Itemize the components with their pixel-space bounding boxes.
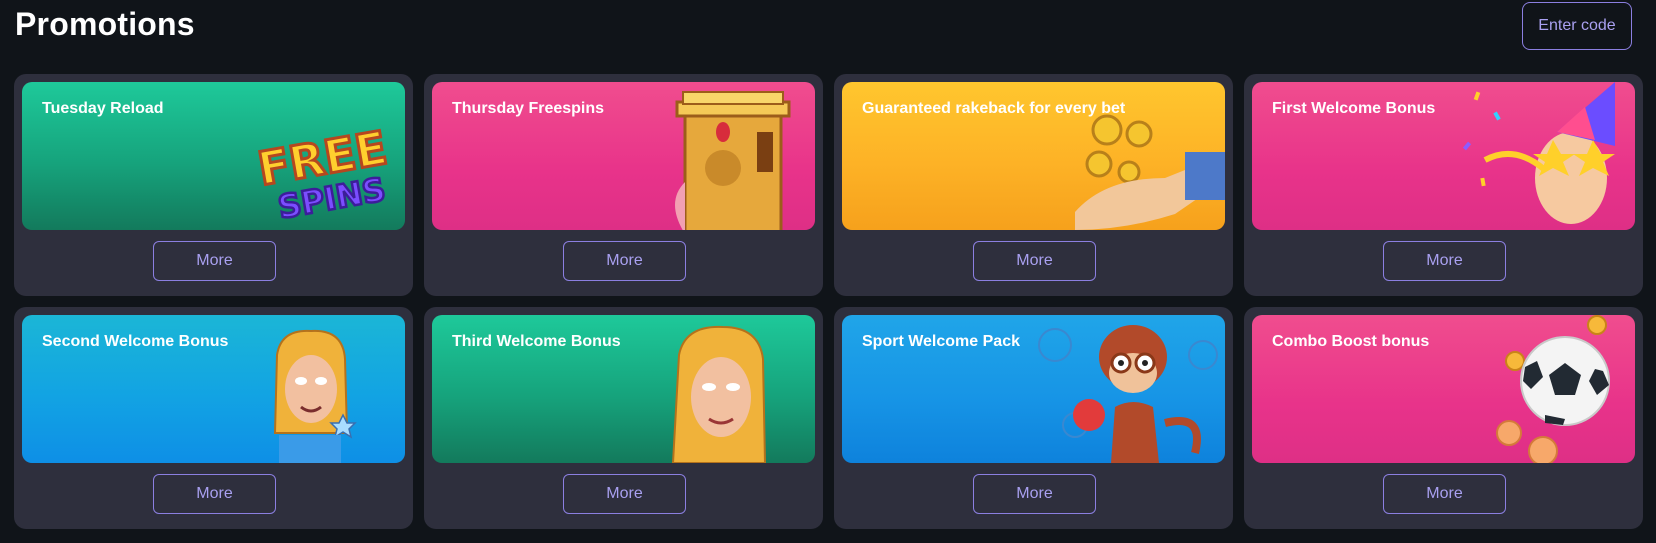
promo-banner[interactable]: Combo Boost bonus bbox=[1252, 315, 1635, 463]
more-button[interactable]: More bbox=[153, 241, 276, 281]
character-cyan-art bbox=[273, 329, 357, 463]
promo-title: Sport Welcome Pack bbox=[862, 333, 1020, 350]
more-button[interactable]: More bbox=[563, 241, 686, 281]
egyptian-pillar-art bbox=[675, 91, 791, 230]
promo-card-sport-welcome: Sport Welcome Pack More bbox=[834, 307, 1233, 529]
enter-code-button[interactable]: Enter code bbox=[1522, 2, 1632, 50]
more-button[interactable]: More bbox=[973, 241, 1096, 281]
promo-card-tuesday-reload: Tuesday Reload FREE SPINS More bbox=[14, 74, 413, 296]
promo-title: Combo Boost bonus bbox=[1272, 333, 1430, 350]
more-button[interactable]: More bbox=[153, 474, 276, 514]
page-title: Promotions bbox=[15, 6, 195, 42]
party-character-art bbox=[1462, 82, 1615, 224]
promo-banner[interactable]: First Welcome Bonus bbox=[1252, 82, 1635, 230]
free-spins-art: FREE SPINS bbox=[252, 119, 392, 228]
page-header: Promotions Enter code bbox=[0, 0, 1656, 70]
promo-banner[interactable]: Tuesday Reload FREE SPINS bbox=[22, 82, 405, 230]
promo-card-combo-boost: Combo Boost bonus More bbox=[1244, 307, 1643, 529]
promo-card-rakeback: Guaranteed rakeback for every bet More bbox=[834, 74, 1233, 296]
promo-title: Third Welcome Bonus bbox=[452, 333, 621, 350]
promo-title: Thursday Freespins bbox=[452, 100, 605, 117]
promotions-grid: Tuesday Reload FREE SPINS More Thursday … bbox=[14, 74, 1643, 529]
more-button[interactable]: More bbox=[563, 474, 686, 514]
promo-card-thursday-freespins: Thursday Freespins More bbox=[424, 74, 823, 296]
promo-banner[interactable]: Third Welcome Bonus bbox=[432, 315, 815, 463]
promo-banner[interactable]: Second Welcome Bonus bbox=[22, 315, 405, 463]
soccer-ball-art bbox=[1496, 315, 1610, 463]
promo-card-second-welcome: Second Welcome Bonus More bbox=[14, 307, 413, 529]
character-green-art bbox=[671, 325, 767, 463]
promo-banner[interactable]: Sport Welcome Pack bbox=[842, 315, 1225, 463]
promo-banner[interactable]: Thursday Freespins bbox=[432, 82, 815, 230]
promo-card-third-welcome: Third Welcome Bonus More bbox=[424, 307, 823, 529]
more-button[interactable]: More bbox=[973, 474, 1096, 514]
boxing-monkey-art bbox=[1038, 325, 1218, 463]
promo-title: Second Welcome Bonus bbox=[42, 333, 229, 350]
more-button[interactable]: More bbox=[1383, 241, 1506, 281]
promo-title: First Welcome Bonus bbox=[1272, 100, 1436, 117]
promo-title: Guaranteed rakeback for every bet bbox=[862, 100, 1126, 117]
more-button[interactable]: More bbox=[1383, 474, 1506, 514]
promo-card-first-welcome: First Welcome Bonus More bbox=[1244, 74, 1643, 296]
promo-title: Tuesday Reload bbox=[42, 100, 164, 117]
promo-banner[interactable]: Guaranteed rakeback for every bet bbox=[842, 82, 1225, 230]
